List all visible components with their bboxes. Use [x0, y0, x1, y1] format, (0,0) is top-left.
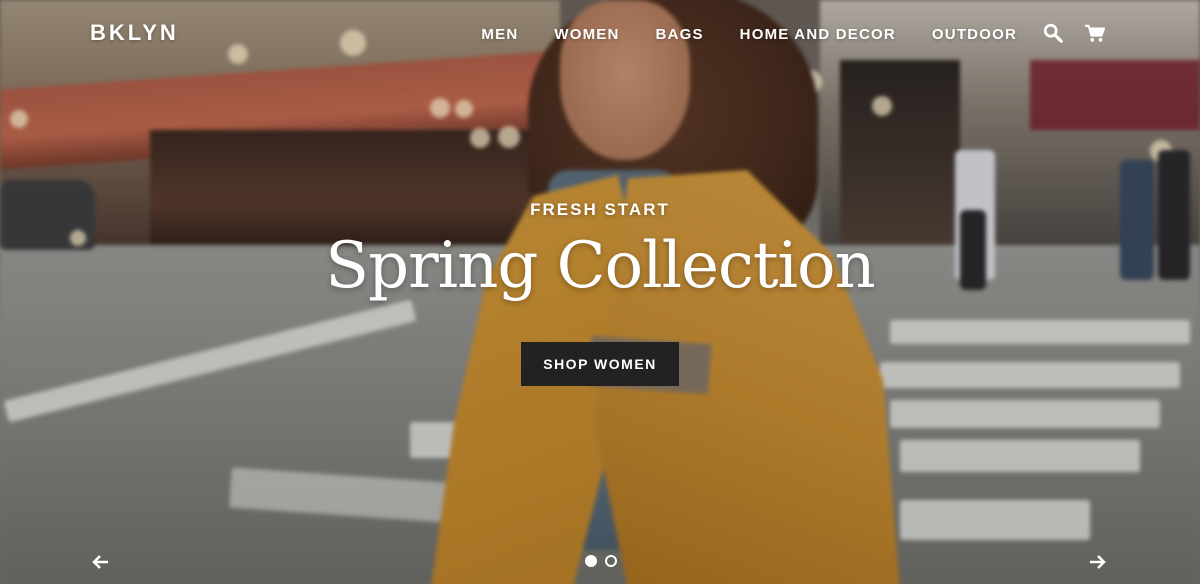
- arrow-right-icon[interactable]: [1088, 552, 1106, 572]
- hero-eyebrow: FRESH START: [530, 200, 670, 219]
- slide-dot-2[interactable]: [605, 555, 617, 567]
- main-nav: MEN WOMEN BAGS HOME AND DECOR OUTDOOR: [481, 26, 1017, 43]
- slide-indicators: [585, 555, 617, 567]
- hero-caption: FRESH START Spring Collection SHOP WOMEN: [0, 200, 1200, 386]
- nav-item-bags[interactable]: BAGS: [656, 26, 704, 43]
- hero-headline: Spring Collection: [325, 229, 876, 303]
- nav-item-home-and-decor[interactable]: HOME AND DECOR: [740, 26, 896, 43]
- cart-icon[interactable]: [1084, 22, 1106, 44]
- arrow-left-icon[interactable]: [92, 552, 110, 572]
- shop-women-button[interactable]: SHOP WOMEN: [521, 342, 679, 386]
- slide-dot-1[interactable]: [585, 555, 597, 567]
- hero-slideshow: BKLYN MEN WOMEN BAGS HOME AND DECOR OUTD…: [0, 0, 1200, 584]
- search-icon[interactable]: [1042, 22, 1064, 44]
- site-header: BKLYN MEN WOMEN BAGS HOME AND DECOR OUTD…: [0, 0, 1200, 70]
- nav-item-outdoor[interactable]: OUTDOOR: [932, 26, 1017, 43]
- nav-item-men[interactable]: MEN: [481, 26, 518, 43]
- header-icons: [1042, 22, 1106, 44]
- store-logo[interactable]: BKLYN: [90, 20, 179, 46]
- nav-item-women[interactable]: WOMEN: [554, 26, 619, 43]
